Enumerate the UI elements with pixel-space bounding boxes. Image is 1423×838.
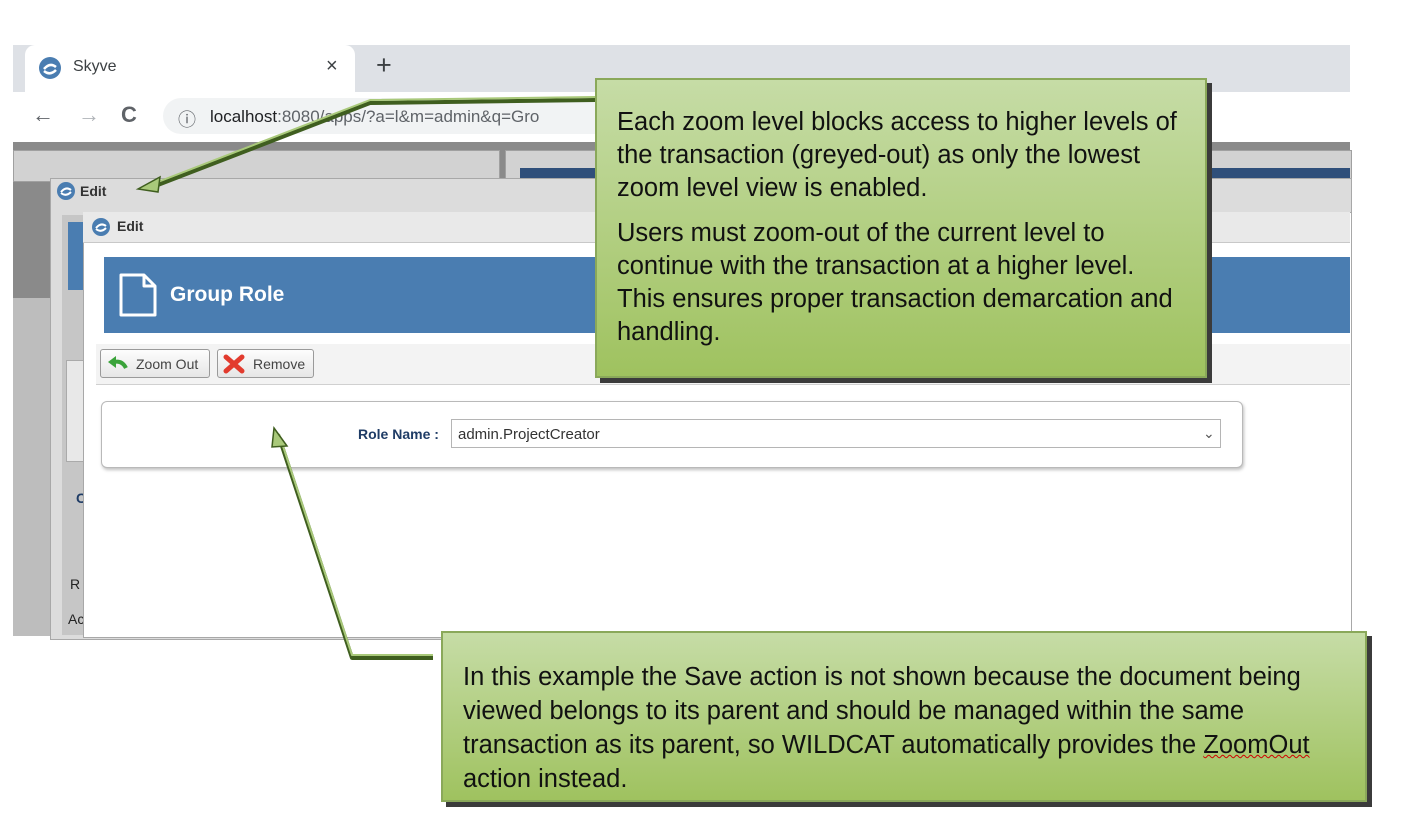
zoom-level-callout: Each zoom level blocks access to higher …: [595, 78, 1207, 378]
callout-zoomout-word: ZoomOut: [1203, 731, 1310, 759]
callout-text-start: In this example the Save action is not s…: [463, 663, 1301, 759]
callout-arrowhead-icon: [271, 425, 289, 448]
callout-text-end: action instead.: [463, 765, 628, 793]
callout-paragraph-2: Users must zoom-out of the current level…: [617, 219, 1173, 346]
callout-arrowhead-icon: [135, 175, 161, 193]
callout-paragraph-1: Each zoom level blocks access to higher …: [617, 108, 1177, 202]
save-action-callout: In this example the Save action is not s…: [441, 631, 1367, 802]
